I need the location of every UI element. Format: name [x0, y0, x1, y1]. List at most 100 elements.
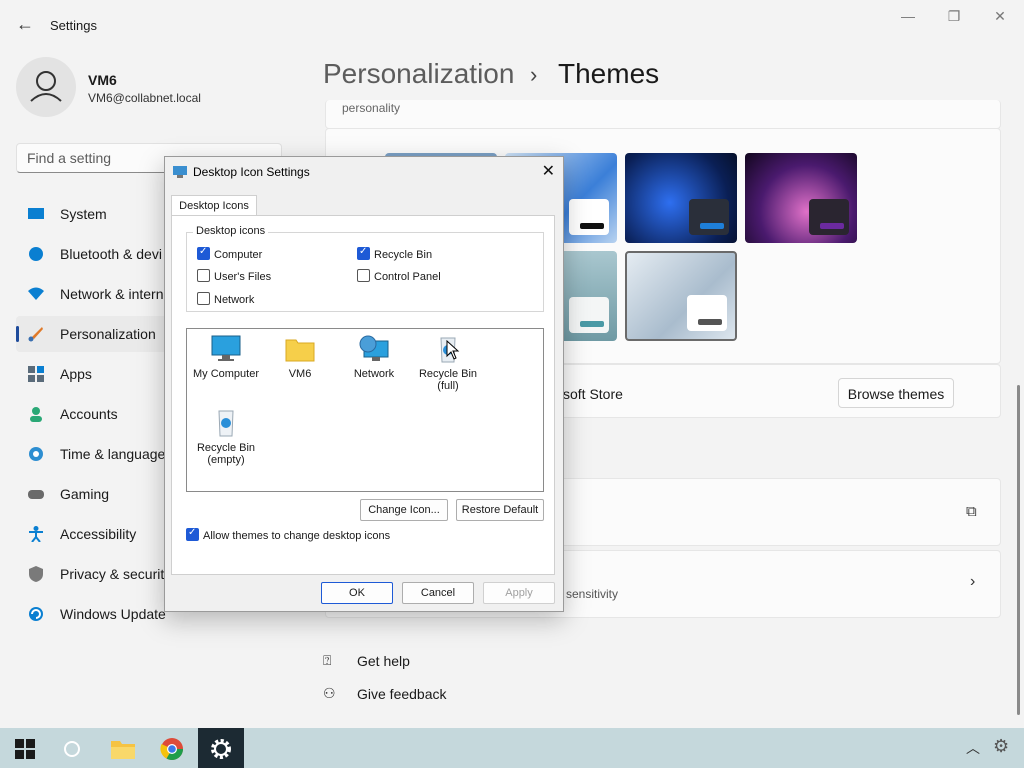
sidebar-item-label: Windows Update [60, 606, 166, 622]
store-text: soft Store [563, 386, 623, 402]
checkbox-label: Allow themes to change desktop icons [203, 530, 391, 542]
sidebar-item-label: System [60, 206, 107, 222]
apply-button[interactable]: Apply [483, 582, 555, 604]
list-item-network[interactable]: Network [339, 335, 409, 380]
desktop-icons-group: Desktop icons Computer Recycle Bin User'… [186, 225, 544, 312]
theme-thumbnail-3[interactable] [625, 153, 737, 243]
desktop-icon-list: My Computer VM6 Network Recycle Bin (ful… [186, 328, 544, 492]
accessibility-icon [29, 526, 43, 542]
sidebar-item-label: Privacy & security [60, 566, 172, 582]
theme-header-card: personality [325, 100, 1001, 129]
sidebar-item-label: Time & language [60, 446, 166, 462]
checkbox-label: Recycle Bin [374, 249, 433, 261]
sidebar-item-label: Personalization [60, 326, 156, 342]
settings-tray-gear-icon[interactable]: ⚙ [993, 736, 1009, 757]
app-title: Settings [50, 18, 97, 33]
checkbox-label: Network [214, 294, 255, 306]
title-bar: ← Settings — ❐ ✕ [0, 0, 1024, 48]
change-icon-button[interactable]: Change Icon... [360, 499, 448, 521]
breadcrumb-separator: › [530, 62, 538, 87]
avatar [16, 57, 76, 117]
close-icon[interactable]: ✕ [982, 8, 1018, 26]
chrome-icon[interactable] [160, 737, 184, 761]
list-item-my-computer[interactable]: My Computer [191, 335, 261, 380]
sidebar-item-label: Gaming [60, 486, 110, 502]
update-icon [29, 607, 43, 621]
dialog-close-icon[interactable]: ✕ [542, 161, 555, 181]
icon-label: Recycle Bin (empty) [196, 442, 256, 466]
mouse-cursor-icon [446, 340, 460, 360]
icon-label: Network [353, 368, 395, 380]
theme-thumbnail-6-selected[interactable] [625, 251, 737, 341]
tab-desktop-icons[interactable]: Desktop Icons [171, 195, 257, 216]
person-icon [30, 407, 42, 422]
group-label: Desktop icons [193, 225, 269, 237]
user-email: VM6@collabnet.local [88, 91, 201, 105]
maximize-icon[interactable]: ❐ [936, 8, 972, 26]
network-globe-icon [359, 335, 389, 361]
checkbox-checked-icon [197, 246, 210, 260]
users-files-checkbox[interactable]: User's Files [197, 269, 271, 283]
clock-globe-icon [29, 447, 43, 461]
user-icon [30, 71, 62, 102]
desktop-icon-settings-dialog: Desktop Icon Settings ✕ Desktop Icons De… [164, 156, 564, 612]
dialog-app-icon [173, 166, 187, 178]
checkbox-label: Computer [214, 249, 263, 261]
windows-start-icon[interactable] [15, 739, 35, 759]
brush-icon [28, 327, 43, 342]
browse-themes-button[interactable]: Browse themes [838, 378, 954, 408]
breadcrumb-parent[interactable]: Personalization [323, 58, 514, 90]
chevron-right-icon: › [970, 573, 976, 590]
checkbox-unchecked-icon [197, 269, 210, 282]
sidebar-item-label: Accounts [60, 406, 118, 422]
list-item-vm6[interactable]: VM6 [265, 335, 335, 380]
recycle-bin-empty-icon [218, 410, 234, 437]
get-help-link[interactable]: ⍰ Get help [323, 652, 410, 670]
wifi-icon [28, 287, 44, 300]
sensitivity-text: sensitivity [566, 587, 619, 601]
network-checkbox[interactable]: Network [197, 292, 254, 306]
checkbox-label: Control Panel [374, 271, 441, 283]
icon-label: Recycle Bin (full) [418, 368, 478, 392]
computer-checkbox[interactable]: Computer [197, 246, 263, 261]
get-help-label: Get help [357, 653, 410, 669]
cancel-button[interactable]: Cancel [402, 582, 474, 604]
shield-icon [29, 566, 43, 582]
restore-default-button[interactable]: Restore Default [456, 499, 544, 521]
allow-themes-checkbox[interactable]: Allow themes to change desktop icons [186, 527, 391, 542]
give-feedback-link[interactable]: ⚇ Give feedback [323, 685, 447, 703]
search-placeholder: Find a setting [27, 150, 112, 166]
gear-icon [211, 739, 231, 759]
external-link-icon: ⧉ [966, 503, 977, 520]
back-arrow-icon[interactable]: ← [16, 14, 34, 35]
control-panel-checkbox[interactable]: Control Panel [357, 269, 441, 283]
dialog-body: Desktop icons Computer Recycle Bin User'… [171, 215, 555, 575]
theme-thumbnail-4[interactable] [745, 153, 857, 243]
taskbar: ︿ ⚙ [0, 728, 1024, 768]
user-name: VM6 [88, 72, 117, 88]
search-circle-icon[interactable] [62, 739, 82, 759]
folder-icon [285, 339, 315, 362]
ok-button[interactable]: OK [321, 582, 393, 604]
settings-taskbar-button[interactable] [198, 728, 244, 768]
bluetooth-icon [29, 247, 43, 261]
display-icon [28, 208, 44, 219]
checkbox-unchecked-icon [197, 292, 210, 305]
feedback-icon: ⚇ [323, 685, 336, 701]
dialog-title: Desktop Icon Settings [193, 165, 310, 179]
checkbox-label: User's Files [214, 271, 272, 283]
sidebar-item-label: Network & intern [60, 286, 164, 302]
checkbox-checked-icon [186, 527, 199, 541]
checkbox-unchecked-icon [357, 269, 370, 282]
list-item-recycle-bin-empty[interactable]: Recycle Bin (empty) [191, 409, 261, 466]
page-title: Themes [558, 58, 660, 89]
give-feedback-label: Give feedback [357, 686, 447, 702]
apps-icon [28, 366, 44, 382]
scrollbar-thumb[interactable] [1017, 385, 1020, 715]
recycle-bin-checkbox[interactable]: Recycle Bin [357, 246, 433, 261]
minimize-icon[interactable]: — [890, 8, 926, 26]
file-explorer-icon[interactable] [110, 738, 136, 760]
chevron-up-icon[interactable]: ︿ [966, 738, 980, 758]
help-icon: ⍰ [323, 652, 332, 668]
checkbox-checked-icon [357, 246, 370, 260]
